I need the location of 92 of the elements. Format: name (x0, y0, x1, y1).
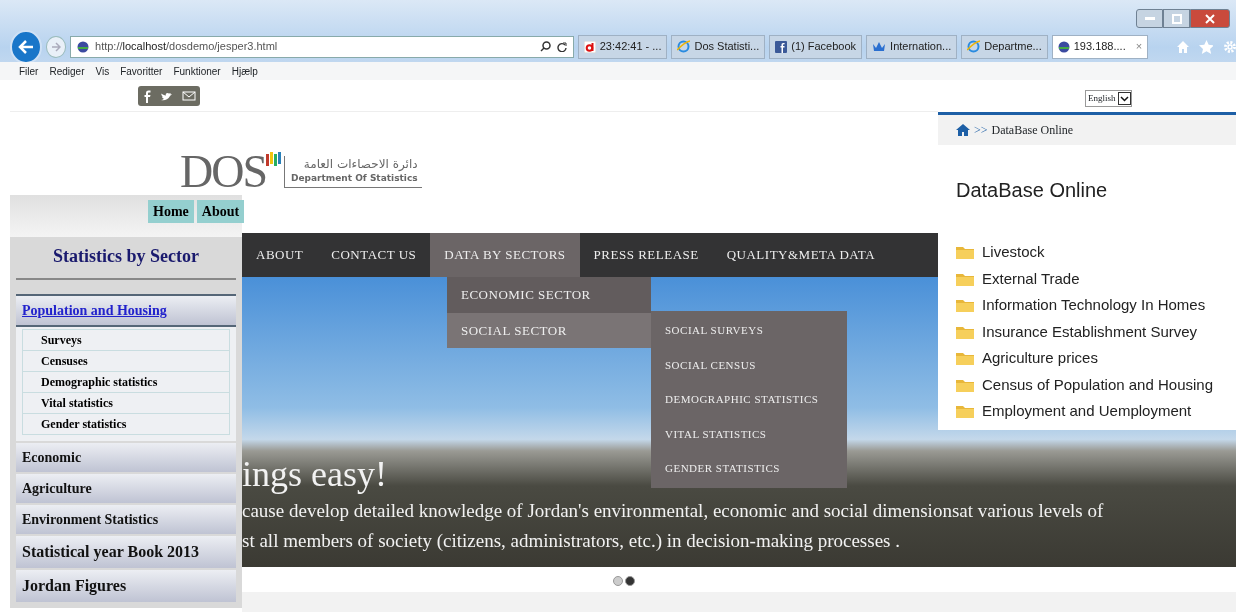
sidebar-subitem[interactable]: Gender statistics (22, 413, 230, 435)
browser-tab[interactable]: Internation... (866, 34, 958, 59)
arabic-logo-text: دائرة الاحصاءات العامة (303, 156, 418, 172)
sidebar-item[interactable]: Population and Housing (16, 294, 236, 327)
square-logo-icon (775, 40, 788, 53)
menu-item[interactable]: Filer (19, 63, 39, 79)
sidebar-item[interactable]: Economic (16, 443, 236, 472)
sidebar-item[interactable]: Jordan Figures (16, 570, 236, 602)
nav-item[interactable]: PRESS RELEASE (579, 233, 713, 277)
sidebar-item[interactable]: Agriculture (16, 474, 236, 503)
submenu-item[interactable]: VITAL STATISTICS (651, 416, 847, 451)
folder-link[interactable]: Insurance Establishment Survey (938, 318, 1204, 345)
sidebar-item[interactable]: Environment Statistics (16, 505, 236, 534)
dropdown-item[interactable]: SOCIAL SECTOR (447, 312, 651, 348)
sidebar-subitem[interactable]: Surveys (22, 329, 230, 351)
site-icon (1057, 40, 1070, 53)
crown-icon (872, 40, 887, 53)
address-bar[interactable]: http://localhost/dosdemo/jesper3.html (70, 35, 574, 58)
close-button[interactable] (1190, 9, 1230, 28)
sidebar-subitem[interactable]: Vital statistics (22, 392, 230, 414)
sidebar-item[interactable]: Statistical year Book 2013 (16, 536, 236, 568)
menu-item[interactable]: Hjælp (231, 63, 258, 79)
hero-text-line: cause develop detailed knowledge of Jordan's environmental, economic and social dimensionsat various levels of (242, 499, 1104, 523)
menu-item[interactable]: Favoritter (120, 63, 163, 79)
folder-icon (956, 377, 974, 392)
browser-icon (677, 40, 691, 53)
back-arrow-icon (17, 39, 34, 54)
browser-tab[interactable]: (1) Facebook (769, 34, 863, 59)
menu-item[interactable]: Funktioner (173, 63, 221, 79)
submenu-item[interactable]: SOCIAL CENSUS (651, 347, 847, 382)
folder-link[interactable]: Agriculture prices (938, 345, 1104, 372)
folder-link[interactable]: Livestock (938, 239, 1051, 266)
nav-item[interactable]: ABOUT (242, 233, 318, 277)
folder-icon (956, 271, 974, 286)
nav-item[interactable]: QUALITY&META DATA (712, 233, 890, 277)
search-icon[interactable] (539, 41, 551, 52)
restore-icon (1171, 13, 1182, 24)
panel-heading: DataBase Online (955, 178, 1109, 203)
menu-item[interactable]: Vis (95, 63, 110, 79)
refresh-icon[interactable] (556, 41, 567, 52)
submenu-item[interactable]: DEMOGRAPHIC STATISTICS (651, 382, 847, 417)
submenu-item[interactable]: GENDER STATISTICS (651, 451, 847, 486)
facebook-icon[interactable] (142, 89, 151, 103)
hero-text-line: st all members of society (citizens, administrators, etc.) in decision-making processes . (242, 529, 901, 553)
bird-icon[interactable] (159, 90, 173, 102)
browser-tab[interactable]: 23:42:41 - ... (577, 34, 668, 59)
top-link[interactable]: About (196, 200, 245, 223)
close-tab-button[interactable]: × (1135, 38, 1143, 55)
logo-text: DOS (180, 150, 267, 194)
dropdown-item[interactable]: ECONOMIC SECTOR (447, 277, 651, 313)
language-select[interactable]: English (1085, 90, 1132, 107)
mail-icon[interactable] (181, 91, 196, 101)
sidebar-subitem[interactable]: Demographic statistics (22, 371, 230, 393)
folder-icon (956, 298, 974, 313)
minimize-button[interactable] (1136, 9, 1163, 28)
carousel-dot[interactable] (613, 576, 623, 586)
folder-icon (956, 404, 974, 419)
breadcrumb-link[interactable]: DataBase Online (991, 121, 1074, 139)
folder-link[interactable]: Information Technology In Homes (938, 292, 1212, 319)
sidebar-title: Statistics by Sector (16, 237, 236, 280)
folder-link[interactable]: External Trade (938, 265, 1086, 292)
breadcrumb-separator: >> (974, 122, 988, 139)
top-link[interactable]: Home (148, 200, 194, 223)
folder-icon (956, 351, 974, 366)
browser-tab[interactable]: Dos Statisti... (671, 34, 766, 59)
folder-icon (956, 245, 974, 260)
logo-subtitle: Department Of Statistics (291, 172, 418, 185)
forward-arrow-icon (50, 41, 61, 52)
carousel-dot[interactable] (625, 576, 635, 586)
url-text: http://localhost/dosdemo/jesper3.html (95, 39, 279, 55)
hero-headline: ings easy! (242, 453, 387, 496)
submenu-item[interactable]: SOCIAL SURVEYS (651, 313, 847, 348)
home-icon[interactable] (956, 124, 970, 136)
star-icon[interactable] (1199, 39, 1214, 54)
close-icon (1205, 13, 1215, 24)
browser-icon (967, 40, 981, 53)
letter-icon (583, 40, 596, 53)
language-label: English (1088, 91, 1116, 105)
browser-tab[interactable]: 193.188.... × (1051, 34, 1149, 59)
folder-link[interactable]: Employment and Uemployment (938, 398, 1198, 425)
folder-icon (956, 324, 974, 339)
minimize-icon (1144, 16, 1155, 21)
restore-button[interactable] (1163, 9, 1190, 28)
site-icon (77, 40, 89, 53)
folder-link[interactable]: Census of Population and Housing (938, 371, 1219, 398)
dropdown-caret-icon (1117, 92, 1131, 105)
menu-item[interactable]: Rediger (49, 63, 85, 79)
nav-item[interactable]: CONTACT US (317, 233, 431, 277)
browser-tab[interactable]: Departme... (961, 34, 1048, 59)
nav-item[interactable]: DATA BY SECTORS (430, 233, 580, 277)
sidebar-subitem[interactable]: Censuses (22, 350, 230, 372)
back-button[interactable] (10, 29, 42, 64)
